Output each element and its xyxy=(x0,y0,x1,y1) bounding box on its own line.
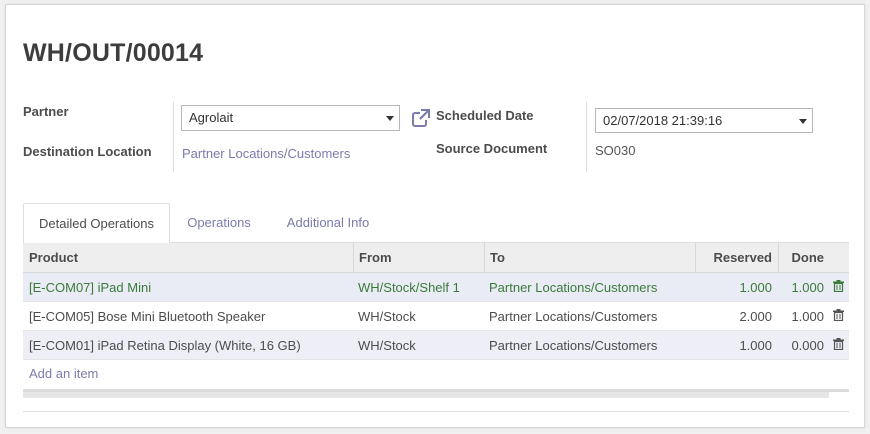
row-delete[interactable] xyxy=(828,273,849,301)
external-link-icon[interactable] xyxy=(411,108,431,128)
column-header-product[interactable]: Product xyxy=(23,243,353,272)
scheduled-date-label: Scheduled Date xyxy=(436,108,534,123)
column-header-done[interactable]: Done xyxy=(778,243,828,272)
cell-from[interactable]: WH/Stock/Shelf 1 xyxy=(353,273,484,301)
footer-divider xyxy=(23,411,849,412)
cell-product[interactable]: [E-COM01] iPad Retina Display (White, 16… xyxy=(23,331,353,359)
column-header-reserved[interactable]: Reserved xyxy=(695,243,778,272)
cell-from[interactable]: WH/Stock xyxy=(353,331,484,359)
cell-product[interactable]: [E-COM07] iPad Mini xyxy=(23,273,353,301)
cell-reserved[interactable]: 1.000 xyxy=(695,273,778,301)
cell-reserved[interactable]: 2.000 xyxy=(695,302,778,330)
detailed-operations-table: Product From To Reserved Done [E-COM07] … xyxy=(23,243,849,388)
cell-to[interactable]: Partner Locations/Customers xyxy=(484,302,695,330)
cell-done[interactable]: 0.000 xyxy=(778,331,828,359)
cell-done[interactable]: 1.000 xyxy=(778,302,828,330)
tab-additional-info[interactable]: Additional Info xyxy=(273,203,383,243)
partner-select-value: Agrolait xyxy=(189,110,234,125)
field-separator xyxy=(173,102,174,172)
tab-detailed-operations[interactable]: Detailed Operations xyxy=(23,203,170,244)
tab-operations[interactable]: Operations xyxy=(175,203,263,243)
table-row[interactable]: [E-COM07] iPad Mini WH/Stock/Shelf 1 Par… xyxy=(23,273,849,302)
cell-from[interactable]: WH/Stock xyxy=(353,302,484,330)
table-row[interactable]: [E-COM01] iPad Retina Display (White, 16… xyxy=(23,331,849,360)
notebook-tabs: Detailed Operations Operations Additiona… xyxy=(23,203,849,244)
destination-location-label: Destination Location xyxy=(23,144,152,159)
add-an-item-link[interactable]: Add an item xyxy=(23,360,849,388)
field-separator xyxy=(586,102,587,172)
column-header-actions xyxy=(828,243,849,272)
cell-to[interactable]: Partner Locations/Customers xyxy=(484,331,695,359)
trash-icon[interactable] xyxy=(833,338,844,350)
record-title: WH/OUT/00014 xyxy=(23,39,204,67)
partner-label: Partner xyxy=(23,104,69,119)
row-delete[interactable] xyxy=(828,331,849,359)
horizontal-scrollbar[interactable] xyxy=(23,392,829,398)
partner-select[interactable]: Agrolait xyxy=(181,105,400,131)
destination-location-link[interactable]: Partner Locations/Customers xyxy=(182,146,350,161)
cell-done[interactable]: 1.000 xyxy=(778,273,828,301)
column-header-from[interactable]: From xyxy=(353,243,484,272)
source-document-label: Source Document xyxy=(436,141,548,156)
caret-down-icon[interactable] xyxy=(799,119,807,124)
table-row[interactable]: [E-COM05] Bose Mini Bluetooth Speaker WH… xyxy=(23,302,849,331)
form-sheet: WH/OUT/00014 Partner Destination Locatio… xyxy=(5,4,865,428)
column-header-to[interactable]: To xyxy=(484,243,695,272)
trash-icon[interactable] xyxy=(833,309,844,321)
cell-product[interactable]: [E-COM05] Bose Mini Bluetooth Speaker xyxy=(23,302,353,330)
scheduled-date-value: 02/07/2018 21:39:16 xyxy=(603,113,723,128)
scheduled-date-input[interactable]: 02/07/2018 21:39:16 xyxy=(595,108,813,133)
cell-to[interactable]: Partner Locations/Customers xyxy=(484,273,695,301)
source-document-value: SO030 xyxy=(595,143,636,158)
cell-reserved[interactable]: 1.000 xyxy=(695,331,778,359)
trash-icon[interactable] xyxy=(833,280,844,292)
table-header: Product From To Reserved Done xyxy=(23,243,849,273)
row-delete[interactable] xyxy=(828,302,849,330)
caret-down-icon[interactable] xyxy=(386,116,394,121)
